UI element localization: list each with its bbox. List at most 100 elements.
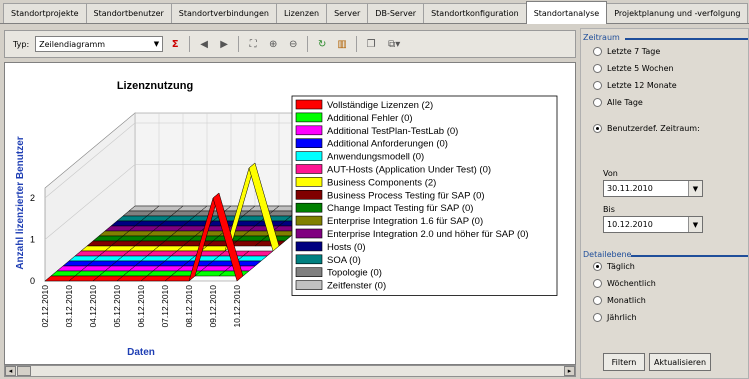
von-date-field[interactable]: 30.11.2010 ▼ <box>603 180 703 197</box>
detail-group-label: Detailebene <box>583 250 748 259</box>
zoom-fit-icon[interactable]: ⛶ <box>245 36 261 52</box>
zeitraum-option-label: Alle Tage <box>607 98 643 107</box>
legend-swatch <box>295 254 323 265</box>
x-axis-label: Daten <box>127 347 155 358</box>
y-axis-label: Anzahl lizenzierter Benutzer <box>15 136 26 269</box>
zeitraum-radio[interactable]: Letzte 12 Monate <box>593 81 677 90</box>
x-tick-label: 03.12.2010 <box>64 285 74 328</box>
refresh-icon[interactable]: ↻ <box>314 36 330 52</box>
tab-standortkonfiguration[interactable]: Standortkonfiguration <box>423 3 527 23</box>
detail-radio[interactable]: Monatlich <box>593 296 646 305</box>
radio-icon[interactable] <box>593 262 602 271</box>
legend-swatch <box>295 99 323 110</box>
legend-entry: Additional Fehler (0) <box>327 113 413 124</box>
radio-icon[interactable] <box>593 47 602 56</box>
site-analysis-window: Standortprojekte Standortbenutzer Standort… <box>0 0 749 379</box>
y-tick-label: 2 <box>30 193 35 203</box>
toolbar-divider <box>189 36 191 52</box>
y-tick-label: 0 <box>30 276 35 286</box>
radio-icon[interactable] <box>593 64 602 73</box>
tab-projektplanung-und-verfolgung[interactable]: Projektplanung und -verfolgung <box>606 3 749 23</box>
chart-type-value: Zeilendiagramm <box>39 39 106 49</box>
legend-entry: Change Impact Testing für SAP (0) <box>327 203 473 214</box>
bis-label: Bis <box>603 205 615 214</box>
toolbar-divider <box>307 36 309 52</box>
chart-area: 0 1 2 02.12.2010 03.12.2010 04.12.2010 05.12.2… <box>4 62 576 365</box>
refresh-button[interactable]: Aktualisieren <box>649 353 711 371</box>
tab-lizenzen[interactable]: Lizenzen <box>276 3 328 23</box>
detail-radio[interactable]: Täglich <box>593 262 635 271</box>
scroll-thumb[interactable] <box>17 366 31 376</box>
chart-properties-icon[interactable]: ▥ <box>334 36 350 52</box>
chart-type-select[interactable]: Zeilendiagramm ▼ <box>35 36 164 52</box>
von-label: Von <box>603 169 618 178</box>
bis-date-field[interactable]: 10.12.2010 ▼ <box>603 216 703 233</box>
zeitraum-group-label: Zeitraum <box>583 33 748 42</box>
copy-icon[interactable]: ❐ <box>363 36 379 52</box>
horizontal-scrollbar[interactable]: ◂ ▸ <box>4 365 576 377</box>
zoom-out-icon[interactable]: ⊖ <box>285 36 301 52</box>
type-label: Typ: <box>13 39 30 49</box>
x-tick-label: 02.12.2010 <box>40 285 50 328</box>
radio-icon[interactable] <box>593 313 602 322</box>
calendar-dropdown-icon[interactable]: ▼ <box>688 181 702 196</box>
bis-date-value: 10.12.2010 <box>607 220 653 229</box>
sum-icon[interactable]: Σ <box>167 36 183 52</box>
legend-swatch <box>295 267 323 277</box>
radio-icon[interactable] <box>593 98 602 107</box>
radio-icon[interactable] <box>593 124 602 133</box>
zeitraum-option-label: Letzte 7 Tage <box>607 47 661 56</box>
detail-radio[interactable]: Jährlich <box>593 313 637 322</box>
legend-entry: Vollständige Lizenzen (2) <box>327 100 433 111</box>
x-tick-label: 10.12.2010 <box>232 285 242 328</box>
scroll-right-icon[interactable]: ▸ <box>564 366 575 376</box>
x-tick-label: 09.12.2010 <box>208 285 218 328</box>
zeitraum-radio[interactable]: Alle Tage <box>593 98 643 107</box>
radio-icon[interactable] <box>593 81 602 90</box>
zeitraum-radio[interactable]: Benutzerdef. Zeitraum: <box>593 124 700 133</box>
detail-option-label: Täglich <box>607 262 635 271</box>
x-tick-label: 04.12.2010 <box>88 285 98 328</box>
chart-title: Lizenznutzung <box>117 80 193 92</box>
tab-db-server[interactable]: DB-Server <box>367 3 425 23</box>
tab-server[interactable]: Server <box>326 3 369 23</box>
chart-toolbar: Typ: Zeilendiagramm ▼ Σ ◀ ▶ ⛶ ⊕ ⊖ ↻ ▥ ❐ … <box>4 30 576 58</box>
x-tick-label: 08.12.2010 <box>184 285 194 328</box>
legend-swatch <box>295 228 323 239</box>
tab-standortverbindungen[interactable]: Standortverbindungen <box>170 3 277 23</box>
export-icon[interactable]: ⧉▾ <box>383 36 405 52</box>
legend-swatch <box>295 280 323 290</box>
legend-swatch <box>295 177 323 187</box>
tab-standortprojekte[interactable]: Standortprojekte <box>3 3 87 23</box>
tab-bar: Standortprojekte Standortbenutzer Standort… <box>0 0 749 24</box>
tab-standortanalyse[interactable]: Standortanalyse <box>525 1 608 24</box>
legend-entry: Anwendungsmodell (0) <box>327 152 424 163</box>
legend-entry: Business Components (2) <box>327 177 436 188</box>
calendar-dropdown-icon[interactable]: ▼ <box>688 217 702 232</box>
legend-entry: Enterprise Integration 2.0 und höher für… <box>327 229 529 240</box>
legend-swatch <box>295 241 323 252</box>
radio-icon[interactable] <box>593 279 602 288</box>
next-icon[interactable]: ▶ <box>216 36 232 52</box>
radio-icon[interactable] <box>593 296 602 305</box>
x-tick-label: 06.12.2010 <box>136 285 146 328</box>
tab-standortbenutzer[interactable]: Standortbenutzer <box>85 3 172 23</box>
zeitraum-radio[interactable]: Letzte 7 Tage <box>593 47 660 56</box>
detail-option-label: Monatlich <box>607 296 646 305</box>
license-usage-chart: 0 1 2 02.12.2010 03.12.2010 04.12.2010 05.12.2… <box>15 80 558 358</box>
filter-button[interactable]: Filtern <box>603 353 645 371</box>
legend-entry: Topologie (0) <box>327 268 382 279</box>
group-divider <box>631 255 748 257</box>
legend-swatch <box>295 138 323 148</box>
legend-entry: Hosts (0) <box>327 242 366 253</box>
legend-entry: AUT-Hosts (Application Under Test) (0) <box>327 165 491 176</box>
legend-swatch <box>295 112 323 123</box>
zeitraum-option-label: Letzte 12 Monate <box>607 81 677 90</box>
previous-icon[interactable]: ◀ <box>196 36 212 52</box>
detail-radio[interactable]: Wöchentlich <box>593 279 656 288</box>
chevron-down-icon[interactable]: ▼ <box>154 40 159 48</box>
y-tick-label: 1 <box>30 235 35 245</box>
zeitraum-radio[interactable]: Letzte 5 Wochen <box>593 64 674 73</box>
zoom-in-icon[interactable]: ⊕ <box>265 36 281 52</box>
scroll-left-icon[interactable]: ◂ <box>5 366 16 376</box>
